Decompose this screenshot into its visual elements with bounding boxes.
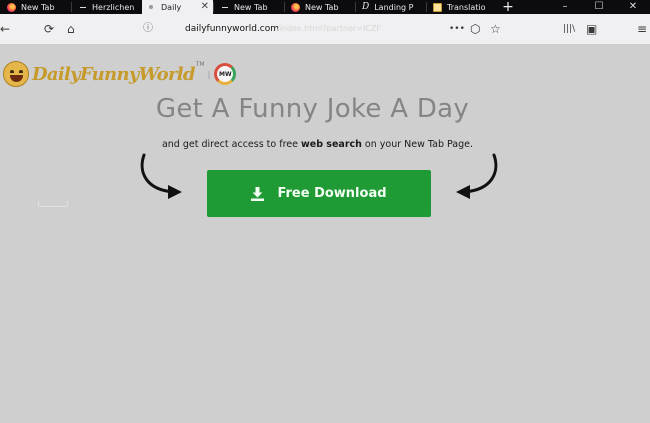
ld-icon: D (362, 2, 370, 12)
subline-text: and get direct access to free (161, 139, 301, 150)
close-window-button[interactable]: ✕ (616, 0, 650, 14)
back-button[interactable]: ← (0, 20, 10, 38)
tab-label: New Tab (305, 2, 339, 12)
home-button[interactable]: ⌂ (67, 20, 75, 38)
pocket-icon[interactable]: ⬡ (470, 20, 480, 38)
maximize-button[interactable]: ☐ (582, 0, 616, 14)
page-content: DailyFunnyWorld TM | MW Get A Funny Joke… (0, 44, 650, 423)
tab-label: New Tab (21, 2, 55, 12)
firefox-icon (7, 2, 16, 12)
tab-label: Herzlichen (92, 2, 135, 12)
close-tab-icon[interactable]: ✕ (201, 0, 209, 14)
browser-window: New Tab Herzlichen Daily ✕ New Tab New T… (0, 0, 650, 423)
sidebar-icon[interactable]: ▣ (586, 20, 597, 38)
tab-label: Landing P (374, 2, 414, 12)
tab-landing-page[interactable]: D Landing P (355, 0, 426, 14)
page-subheadline: and get direct access to free web search… (0, 139, 635, 150)
window-controls: – ☐ ✕ (548, 0, 650, 14)
tab-icon (222, 6, 228, 8)
url-path: /index.html?partner=ICZF (277, 24, 382, 33)
logo-separator: | (207, 69, 211, 79)
subline-text-end: on your New Tab Page. (361, 139, 474, 150)
menu-icon[interactable]: ≡ (637, 20, 647, 38)
tab-label: New Tab (234, 2, 268, 12)
faint-decoration (38, 201, 68, 207)
mw-badge-icon: MW (214, 63, 237, 85)
curved-arrow-left-icon (140, 153, 182, 199)
trademark: TM (195, 61, 205, 68)
tab-strip: New Tab Herzlichen Daily ✕ New Tab New T… (0, 0, 650, 14)
tab-new-tab-2[interactable]: New Tab (213, 0, 284, 14)
tab-herzlichen[interactable]: Herzlichen (71, 0, 142, 14)
translate-icon (433, 2, 442, 12)
tab-daily-active[interactable]: Daily ✕ (142, 0, 213, 14)
page-headline: Get A Funny Joke A Day (155, 94, 470, 124)
curved-arrow-right-icon (456, 153, 498, 199)
tab-new-tab-3[interactable]: New Tab (284, 0, 355, 14)
loading-icon (149, 5, 153, 9)
navigation-bar: ← ⟳ ⌂ ⓘ dailyfunnyworld.com /index.html?… (0, 14, 650, 44)
tab-new-tab-1[interactable]: New Tab (0, 0, 71, 14)
free-download-label: Free Download (277, 186, 387, 201)
tab-label: Daily (161, 2, 182, 12)
tab-translation[interactable]: Translatio (426, 0, 497, 14)
site-logo: DailyFunnyWorld TM | MW (3, 61, 237, 87)
firefox-icon (291, 2, 300, 12)
reload-button[interactable]: ⟳ (44, 20, 54, 38)
tab-label: Translatio (447, 2, 486, 12)
bookmark-star-icon[interactable]: ☆ (490, 20, 501, 38)
minimize-button[interactable]: – (548, 0, 582, 14)
site-info-icon[interactable]: ⓘ (143, 18, 153, 40)
subline-bold: web search (300, 139, 362, 150)
new-tab-button[interactable]: + (497, 0, 519, 14)
laughing-face-icon (3, 61, 29, 87)
url-host: dailyfunnyworld.com (185, 24, 280, 34)
page-actions-icon[interactable]: ••• (449, 20, 465, 38)
tab-icon (80, 6, 86, 8)
download-icon (251, 186, 265, 201)
free-download-button[interactable]: Free Download (207, 170, 431, 217)
library-icon[interactable]: |||\ (563, 20, 575, 38)
logo-text: DailyFunnyWorld (32, 63, 195, 85)
